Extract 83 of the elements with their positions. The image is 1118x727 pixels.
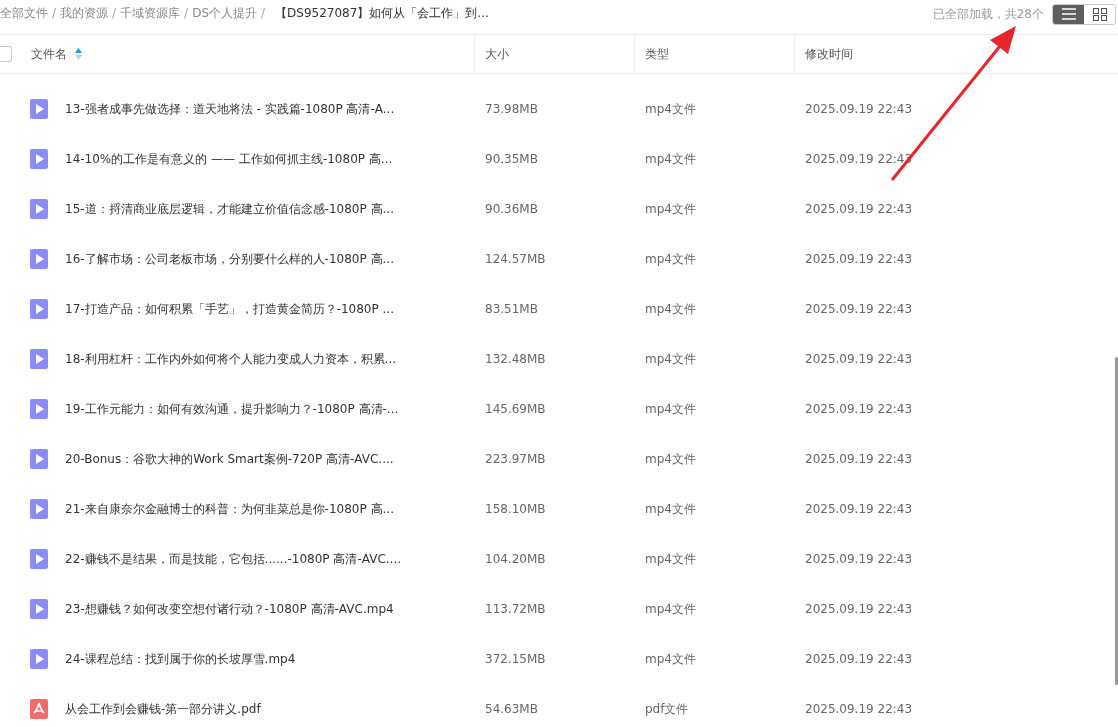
file-size: 73.98MB [484, 102, 539, 116]
file-size: 113.72MB [484, 602, 547, 616]
modified-time: 2025.09.19 22:43 [804, 302, 914, 316]
pdf-file-icon [30, 699, 48, 719]
file-name[interactable]: 13-强者成事先做选择：道天地将法 - 实践篇-1080P 高清-A... [65, 100, 395, 118]
modified-time: 2025.09.19 22:43 [804, 552, 914, 566]
file-type: mp4文件 [644, 400, 697, 418]
file-type: mp4文件 [644, 100, 697, 118]
modified-time: 2025.09.19 22:43 [804, 202, 914, 216]
grid-icon [1092, 8, 1107, 21]
file-name[interactable]: 15-道：捋清商业底层逻辑，才能建立价值信念感-1080P 高... [65, 200, 394, 218]
video-file-icon [30, 299, 48, 319]
modified-time: 2025.09.19 22:43 [804, 402, 914, 416]
file-name[interactable]: 23-想赚钱？如何改变空想付诸行动？-1080P 高清-AVC.mp4 [65, 600, 394, 618]
file-name[interactable]: 从会工作到会赚钱-第一部分讲义.pdf [65, 700, 261, 718]
file-name[interactable]: 17-打造产品：如何积累「手艺」，打造黄金简历？-1080P ... [65, 300, 394, 318]
modified-time: 2025.09.19 22:43 [804, 652, 914, 666]
file-type: mp4文件 [644, 600, 697, 618]
breadcrumb-link[interactable]: 千域资源库 [120, 4, 181, 22]
column-header[interactable]: 文件名 [31, 45, 67, 63]
file-type: mp4文件 [644, 300, 697, 318]
file-type: mp4文件 [644, 350, 697, 368]
list-icon [1061, 8, 1076, 21]
file-type: pdf文件 [644, 700, 690, 718]
file-size: 83.51MB [484, 302, 539, 316]
breadcrumb-separator: / [52, 6, 57, 20]
video-file-icon [30, 349, 48, 369]
video-file-icon [30, 499, 48, 519]
modified-time: 2025.09.19 22:43 [804, 102, 914, 116]
select-all-checkbox[interactable] [0, 46, 12, 62]
file-name[interactable]: 21-来自康奈尔金融博士的科普：为何韭菜总是你-1080P 高... [65, 500, 394, 518]
file-type: mp4文件 [644, 250, 697, 268]
file-type: mp4文件 [644, 500, 697, 518]
file-size: 90.36MB [484, 202, 539, 216]
video-file-icon [30, 599, 48, 619]
video-file-icon [30, 549, 48, 569]
file-name[interactable]: 19-工作元能力：如何有效沟通，提升影响力？-1080P 高清-... [65, 400, 399, 418]
file-type: mp4文件 [644, 150, 697, 168]
file-type: mp4文件 [644, 650, 697, 668]
scrollbar[interactable] [1115, 357, 1118, 685]
file-type: mp4文件 [644, 550, 697, 568]
breadcrumb-link[interactable]: DS个人提升 [192, 4, 257, 22]
modified-time: 2025.09.19 22:43 [804, 252, 914, 266]
breadcrumb-separator: / [184, 6, 189, 20]
modified-time: 2025.09.19 22:43 [804, 452, 914, 466]
list-view-button[interactable] [1053, 5, 1084, 24]
video-file-icon [30, 649, 48, 669]
modified-time: 2025.09.19 22:43 [804, 702, 914, 716]
file-type: mp4文件 [644, 200, 697, 218]
modified-time: 2025.09.19 22:43 [804, 502, 914, 516]
video-file-icon [30, 99, 48, 119]
modified-time: 2025.09.19 22:43 [804, 602, 914, 616]
file-size: 223.97MB [484, 452, 547, 466]
breadcrumb-separator: / [261, 6, 266, 20]
file-name[interactable]: 20-Bonus：谷歌大神的Work Smart案例-720P 高清-AVC.... [65, 450, 394, 468]
file-size: 104.20MB [484, 552, 547, 566]
file-name[interactable]: 16-了解市场：公司老板市场，分别要什么样的人-1080P 高... [65, 250, 394, 268]
file-size: 145.69MB [484, 402, 547, 416]
video-file-icon [30, 249, 48, 269]
breadcrumb-link[interactable]: 我的资源 [60, 4, 109, 22]
column-header[interactable]: 修改时间 [805, 45, 853, 63]
column-header[interactable]: 大小 [485, 45, 509, 63]
video-file-icon [30, 149, 48, 169]
breadcrumb-link[interactable]: 全部文件 [0, 4, 48, 22]
load-status: 已全部加载，共28个 [932, 6, 1044, 23]
file-type: mp4文件 [644, 450, 697, 468]
column-header[interactable]: 类型 [645, 45, 669, 63]
current-folder: 【DS9527087】如何从「会工作」到... [275, 4, 489, 22]
file-size: 158.10MB [484, 502, 547, 516]
file-size: 124.57MB [484, 252, 547, 266]
breadcrumb-separator: / [112, 6, 117, 20]
file-name[interactable]: 18-利用杠杆：工作内外如何将个人能力变成人力资本，积累... [65, 350, 397, 368]
file-name[interactable]: 24-课程总结：找到属于你的长坡厚雪.mp4 [65, 650, 296, 668]
file-size: 132.48MB [484, 352, 547, 366]
file-size: 372.15MB [484, 652, 547, 666]
video-file-icon [30, 199, 48, 219]
file-size: 54.63MB [484, 702, 539, 716]
file-name[interactable]: 22-赚钱不是结果，而是技能，它包括......-1080P 高清-AVC.... [65, 550, 402, 568]
video-file-icon [30, 449, 48, 469]
video-file-icon [30, 399, 48, 419]
file-name[interactable]: 14-10%的工作是有意义的 —— 工作如何抓主线-1080P 高... [65, 150, 393, 168]
file-size: 90.35MB [484, 152, 539, 166]
modified-time: 2025.09.19 22:43 [804, 352, 914, 366]
